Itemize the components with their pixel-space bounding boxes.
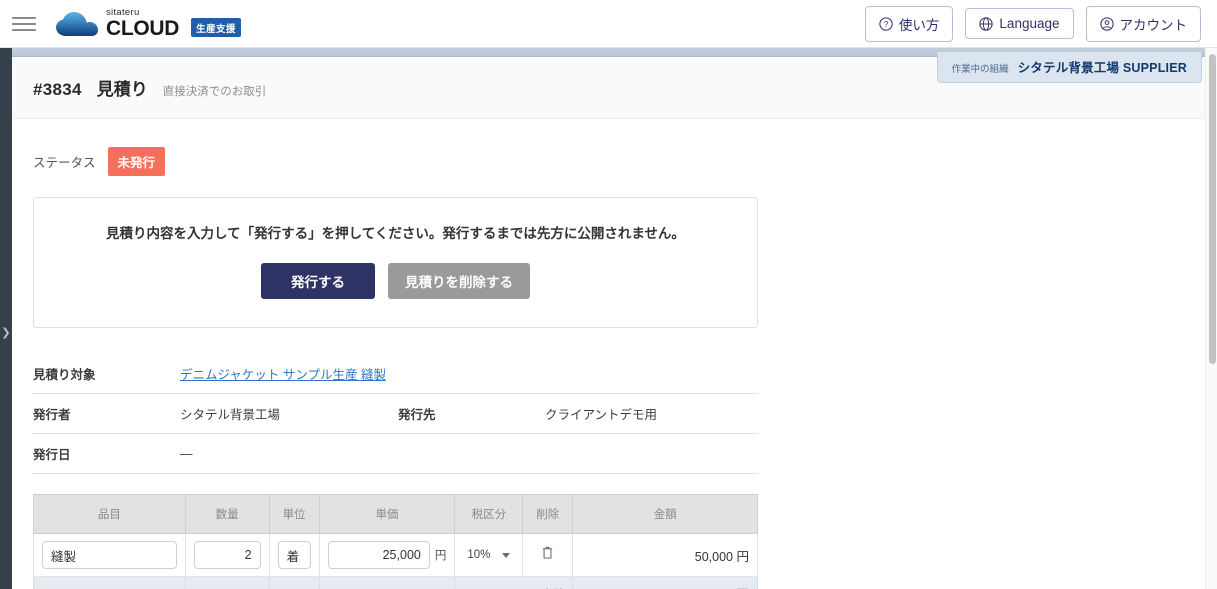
column-header-tax: 税区分 (454, 494, 524, 534)
globe-icon (979, 16, 994, 31)
account-button[interactable]: アカウント (1085, 5, 1201, 42)
organization-label: 作業中の組織 (951, 64, 1009, 75)
tax-rate-value: 10% (467, 549, 491, 561)
issuer-value: シタテル背景工場 (180, 408, 281, 422)
delete-quote-button[interactable]: 見積りを削除する (388, 263, 530, 299)
issue-date-label: 発行日 (33, 448, 71, 462)
status-badge: 未発行 (107, 147, 166, 176)
cell-unit (268, 533, 320, 577)
issuer-label: 発行者 (33, 408, 71, 422)
question-circle-icon: ? (879, 16, 893, 31)
hamburger-line (12, 16, 36, 19)
vertical-scrollbar[interactable] (1205, 48, 1217, 589)
column-header-unit: 単位 (268, 494, 320, 534)
tax-rate-select[interactable]: 10% (463, 549, 514, 561)
item-name-input[interactable] (42, 541, 177, 569)
table-header-row: 品目 数量 単位 単価 税区分 削除 金額 (33, 494, 758, 534)
subtotal-spacer (184, 576, 270, 589)
account-circle-icon (1099, 16, 1114, 31)
brand-cloud-text: CLOUD (106, 17, 180, 41)
account-button-label: アカウント (1119, 17, 1188, 33)
page-subtitle: 直接決済でのお取引 (162, 86, 267, 98)
info-row-issuer: 発行者 シタテル背景工場 発行先 クライアントデモ用 (33, 394, 758, 434)
subtotal-spacer (268, 576, 320, 589)
top-header-bar: sitateru CLOUD 生産支援 ? 使い方 Language アカウント (0, 0, 1217, 48)
info-row-issue-date: 発行日 — (33, 434, 758, 474)
column-header-amount: 金額 (572, 494, 758, 534)
target-link[interactable]: デニムジャケット サンプル生産 縫製 (180, 364, 386, 383)
help-button[interactable]: ? 使い方 (864, 5, 954, 42)
brand-sitateru-text: sitateru (106, 6, 140, 18)
working-organization-badge[interactable]: 作業中の組織 シタテル背景工場 SUPPLIER (936, 52, 1202, 83)
cell-tax: 10% (454, 533, 524, 577)
status-row: ステータス 未発行 (33, 147, 1205, 176)
svg-text:?: ? (884, 20, 889, 29)
target-label: 見積り対象 (33, 368, 96, 382)
cloud-logo-icon (56, 12, 99, 39)
page-content: ステータス 未発行 見積り内容を入力して「発行する」を押してください。発行するま… (12, 147, 1205, 589)
notice-card: 見積り内容を入力して「発行する」を押してください。発行するまでは先方に公開されま… (33, 197, 758, 328)
language-button[interactable]: Language (965, 8, 1074, 39)
column-header-delete: 削除 (522, 494, 574, 534)
cell-unit-price: 円 (318, 533, 456, 577)
cell-item (33, 533, 186, 577)
left-sidebar-rail: ❯ (0, 48, 12, 589)
quote-items-table: 品目 数量 単位 単価 税区分 削除 金額 縫製 2 着 25,000 円 10… (33, 494, 758, 589)
brand-badge: 生産支援 (191, 18, 241, 38)
chevron-down-icon (502, 552, 511, 558)
scrollbar-thumb[interactable] (1208, 54, 1216, 364)
organization-name: シタテル背景工場 SUPPLIER (1017, 61, 1187, 75)
subtotal-spacer (318, 576, 456, 589)
info-row-target: 見積り対象 デニムジャケット サンプル生産 縫製 (33, 354, 758, 394)
status-label: ステータス (33, 156, 96, 170)
cell-amount: 50,000 円 (572, 533, 758, 577)
unit-price-currency: 円 (434, 550, 447, 562)
subtotal-label: 小計 (454, 576, 574, 589)
quantity-input[interactable] (193, 541, 261, 569)
table-row: 円 10% (33, 533, 758, 577)
page-viewport: #3834 見積り 直接決済でのお取引 ステータス 未発行 見積り内容を入力して… (12, 48, 1205, 589)
language-button-label: Language (999, 16, 1060, 31)
subtotal-row: 小計 50,000 円 (33, 576, 758, 589)
column-header-item: 品目 (33, 494, 186, 534)
subtotal-spacer (33, 576, 186, 589)
issue-date-value: — (180, 446, 193, 461)
header-actions: ? 使い方 Language アカウント (864, 5, 1201, 42)
issue-button[interactable]: 発行する (261, 263, 375, 299)
delete-row-button[interactable] (522, 533, 574, 577)
column-header-price: 単価 (318, 494, 456, 534)
hamburger-menu-icon[interactable] (12, 13, 38, 35)
unit-input[interactable] (277, 541, 311, 569)
help-button-label: 使い方 (898, 17, 940, 33)
recipient-value: クライアントデモ用 (545, 408, 658, 422)
notice-text: 見積り内容を入力して「発行する」を押してください。発行するまでは先方に公開されま… (106, 226, 685, 241)
subtotal-value: 50,000 円 (572, 576, 758, 589)
trash-icon (541, 546, 554, 564)
quote-info-table: 見積り対象 デニムジャケット サンプル生産 縫製 発行者 シタテル背景工場 発行… (33, 354, 758, 474)
document-number: #3834 (33, 80, 82, 99)
cell-quantity (184, 533, 270, 577)
brand-logo[interactable]: sitateru CLOUD 生産支援 (56, 6, 241, 41)
recipient-label: 発行先 (398, 408, 436, 422)
chevron-right-icon[interactable]: ❯ (0, 322, 12, 344)
column-header-quantity: 数量 (184, 494, 270, 534)
hamburger-line (12, 28, 36, 31)
unit-price-input[interactable] (327, 541, 430, 569)
page-title: 見積り (96, 80, 148, 99)
notice-actions: 発行する 見積りを削除する (34, 263, 757, 299)
hamburger-line (12, 22, 36, 25)
